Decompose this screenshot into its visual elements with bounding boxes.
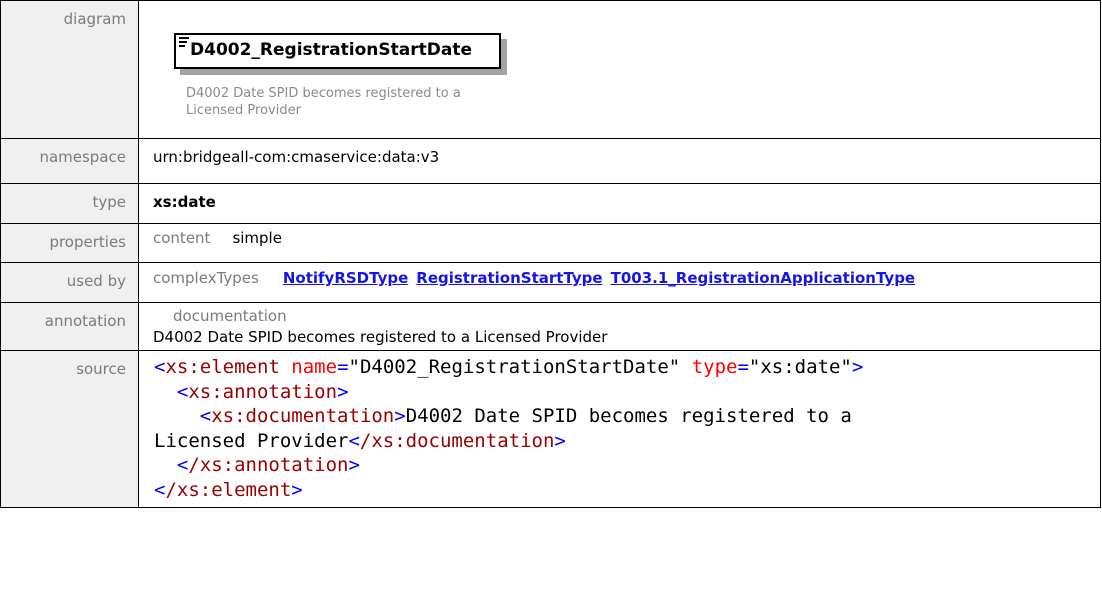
xml-attr-value: "xs:date" <box>748 356 852 378</box>
row-label: namespace <box>0 138 139 184</box>
annotation-cell: documentation D4002 Date SPID becomes re… <box>138 302 1101 351</box>
xml-tag: xs:annotation <box>188 380 338 403</box>
xml-attr: name <box>291 356 338 378</box>
xml-text: Licensed Provider <box>154 429 349 452</box>
properties-value: simple <box>232 229 282 247</box>
element-box[interactable]: D4002_RegistrationStartDate <box>174 33 509 77</box>
source-code: <xs:element name="D4002_RegistrationStar… <box>154 356 864 501</box>
xml-tag: /xs:annotation <box>188 454 349 476</box>
row-properties: properties content simple <box>0 223 1101 263</box>
diagram: D4002_RegistrationStartDate D4002 Date S… <box>140 2 1099 133</box>
namespace-value: urn:bridgeall-com:cmaservice:data:v3 <box>138 138 1101 184</box>
link-notifyrsdtype[interactable]: NotifyRSDType <box>283 269 408 287</box>
row-label: annotation <box>0 302 139 351</box>
row-label: type <box>0 183 139 224</box>
element-documentation: D4002 Date SPID becomes registered to a … <box>186 86 461 118</box>
link-registrationstarttype[interactable]: RegistrationStartType <box>416 269 602 287</box>
element-box-frame: D4002_RegistrationStartDate <box>174 33 501 69</box>
annotation-key: documentation <box>173 307 287 325</box>
row-label: diagram <box>0 0 139 139</box>
xml-text: D4002 Date SPID becomes registered to a <box>405 405 852 427</box>
xml-tag: /xs:element <box>165 478 292 501</box>
row-label: source <box>0 350 139 508</box>
xml-attr: type <box>691 356 738 378</box>
row-annotation: annotation documentation D4002 Date SPID… <box>0 302 1101 351</box>
xml-attr-value: "D4002_RegistrationStartDate" <box>348 356 681 378</box>
type-value: xs:date <box>138 183 1101 224</box>
xml-tag: /xs:documentation <box>359 429 555 452</box>
annotation-value: D4002 Date SPID becomes registered to a … <box>153 328 608 346</box>
row-used-by: used by complexTypes NotifyRSDType Registr… <box>0 262 1101 303</box>
link-t003-1-registrationapplicationtype[interactable]: T003.1_RegistrationApplicationType <box>611 269 916 287</box>
source-cell: <xs:element name="D4002_RegistrationStar… <box>138 350 1101 508</box>
properties-cell: content simple <box>138 223 1101 263</box>
diagram-cell: D4002_RegistrationStartDate D4002 Date S… <box>138 0 1101 139</box>
row-source: source <xs:element name="D4002_Registrat… <box>0 350 1101 508</box>
xml-tag: xs:documentation <box>211 405 395 427</box>
element-doc-table: diagram D4002_RegistrationStartDate D400… <box>0 0 1101 508</box>
element-lines-icon <box>179 37 189 49</box>
element-name: D4002_RegistrationStartDate <box>190 40 472 60</box>
row-type: type xs:date <box>0 183 1101 224</box>
row-diagram: diagram D4002_RegistrationStartDate D400… <box>0 0 1101 139</box>
used-by-cell: complexTypes NotifyRSDType RegistrationSta… <box>138 262 1101 303</box>
properties-key: content <box>153 229 211 247</box>
row-label: properties <box>0 223 139 263</box>
xml-tag: xs:element <box>165 356 280 378</box>
used-by-key: complexTypes <box>153 269 259 287</box>
row-namespace: namespace urn:bridgeall-com:cmaservice:d… <box>0 138 1101 184</box>
row-label: used by <box>0 262 139 303</box>
